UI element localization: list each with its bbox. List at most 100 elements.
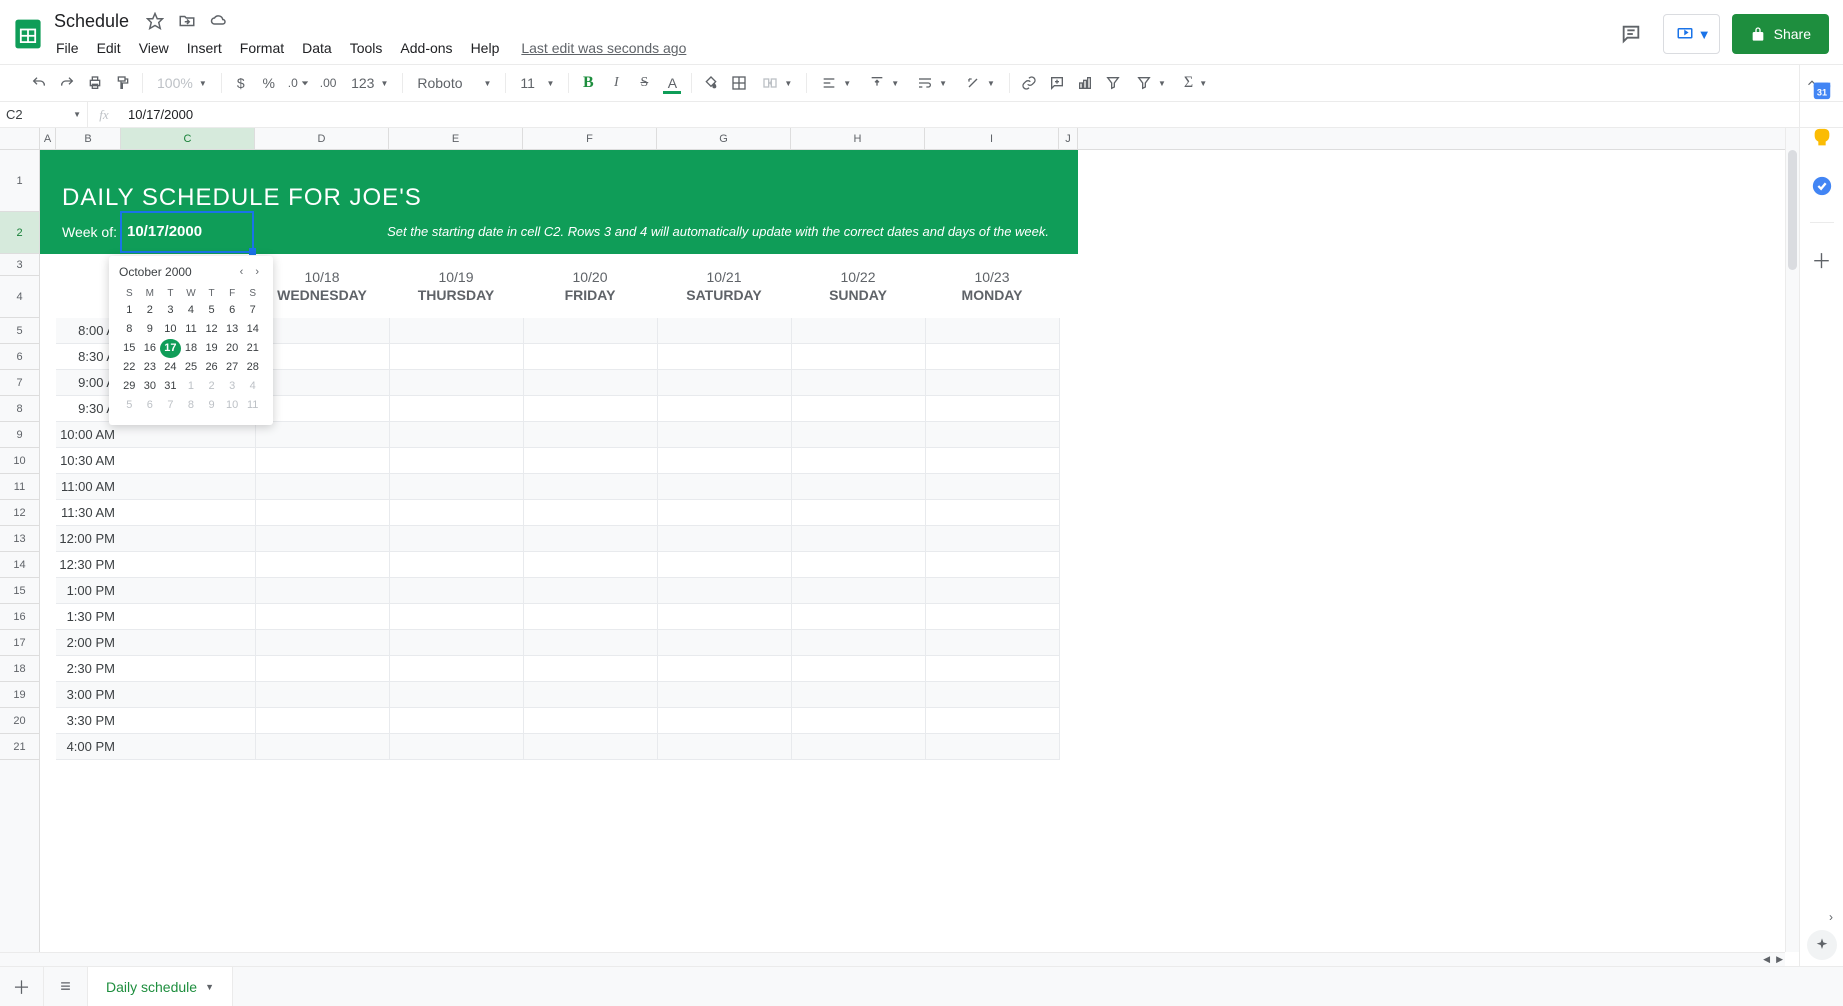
- link-icon[interactable]: [1016, 70, 1042, 96]
- row-header-5[interactable]: 5: [0, 318, 39, 344]
- dp-day[interactable]: 21: [242, 339, 263, 358]
- menu-format[interactable]: Format: [232, 36, 292, 60]
- merge-cells-dropdown[interactable]: ▼: [754, 70, 800, 96]
- dp-day[interactable]: 31: [160, 377, 181, 396]
- day-header[interactable]: 10/22SUNDAY: [791, 254, 925, 318]
- explore-icon[interactable]: [1807, 930, 1837, 960]
- time-slot[interactable]: 2:00 PM: [56, 630, 121, 656]
- time-slot[interactable]: 2:30 PM: [56, 656, 121, 682]
- col-header-I[interactable]: I: [925, 128, 1059, 149]
- name-box[interactable]: C2▼: [0, 102, 88, 127]
- schedule-row[interactable]: [121, 578, 1059, 604]
- document-title[interactable]: Schedule: [48, 11, 135, 32]
- dp-day[interactable]: 23: [140, 358, 161, 377]
- number-format-dropdown[interactable]: 123▼: [343, 70, 396, 96]
- dp-day[interactable]: 10: [160, 320, 181, 339]
- fill-color-icon[interactable]: [698, 70, 724, 96]
- dp-day[interactable]: 30: [140, 377, 161, 396]
- row-header-7[interactable]: 7: [0, 370, 39, 396]
- dp-day[interactable]: 13: [222, 320, 243, 339]
- row-header-1[interactable]: 1: [0, 150, 39, 212]
- schedule-row[interactable]: [121, 448, 1059, 474]
- horizontal-scrollbar[interactable]: ◀▶: [0, 952, 1785, 966]
- decrease-decimal-icon[interactable]: .0: [284, 70, 313, 96]
- schedule-row[interactable]: [121, 552, 1059, 578]
- time-slot[interactable]: 10:30 AM: [56, 448, 121, 474]
- datepicker-prev-icon[interactable]: ‹: [236, 264, 248, 280]
- comment-icon[interactable]: [1044, 70, 1070, 96]
- row-header-12[interactable]: 12: [0, 500, 39, 526]
- tasks-addon-icon[interactable]: [1810, 174, 1834, 198]
- dp-day[interactable]: 1: [181, 377, 202, 396]
- side-panel-collapse-icon[interactable]: ›: [1829, 910, 1833, 924]
- last-edit-link[interactable]: Last edit was seconds ago: [521, 40, 686, 56]
- time-slot[interactable]: 3:30 PM: [56, 708, 121, 734]
- schedule-row[interactable]: [121, 422, 1059, 448]
- dp-day[interactable]: 6: [140, 396, 161, 415]
- chart-icon[interactable]: [1072, 70, 1098, 96]
- dp-day[interactable]: 18: [181, 339, 202, 358]
- vertical-scrollbar[interactable]: [1785, 128, 1799, 952]
- font-size-dropdown[interactable]: 11▼: [512, 70, 562, 96]
- schedule-row[interactable]: [121, 474, 1059, 500]
- dp-day[interactable]: 8: [119, 320, 140, 339]
- menu-file[interactable]: File: [48, 36, 87, 60]
- dp-day[interactable]: 4: [242, 377, 263, 396]
- dp-day[interactable]: 15: [119, 339, 140, 358]
- dp-day[interactable]: 3: [160, 301, 181, 320]
- select-all-corner[interactable]: [0, 128, 40, 149]
- col-header-G[interactable]: G: [657, 128, 791, 149]
- schedule-row[interactable]: [121, 708, 1059, 734]
- row-header-11[interactable]: 11: [0, 474, 39, 500]
- zoom-dropdown[interactable]: 100%▼: [149, 70, 215, 96]
- sheets-logo[interactable]: [8, 14, 48, 54]
- menu-edit[interactable]: Edit: [89, 36, 129, 60]
- sheet-tab-daily-schedule[interactable]: Daily schedule ▼: [88, 967, 233, 1006]
- row-header-13[interactable]: 13: [0, 526, 39, 552]
- dp-day[interactable]: 9: [140, 320, 161, 339]
- borders-icon[interactable]: [726, 70, 752, 96]
- font-dropdown[interactable]: Roboto▼: [409, 70, 499, 96]
- day-header[interactable]: 10/18WEDNESDAY: [255, 254, 389, 318]
- row-header-9[interactable]: 9: [0, 422, 39, 448]
- v-align-dropdown[interactable]: ▼: [861, 70, 907, 96]
- format-percent-icon[interactable]: %: [256, 70, 282, 96]
- dp-day[interactable]: 29: [119, 377, 140, 396]
- h-align-dropdown[interactable]: ▼: [813, 70, 859, 96]
- menu-view[interactable]: View: [131, 36, 177, 60]
- dp-day[interactable]: 26: [201, 358, 222, 377]
- schedule-row[interactable]: [121, 682, 1059, 708]
- formula-input[interactable]: 10/17/2000: [120, 107, 1843, 122]
- dp-day[interactable]: 7: [242, 301, 263, 320]
- row-header-3[interactable]: 3: [0, 254, 39, 276]
- row-header-20[interactable]: 20: [0, 708, 39, 734]
- dp-day[interactable]: 20: [222, 339, 243, 358]
- cloud-status-icon[interactable]: [207, 9, 231, 33]
- menu-addons[interactable]: Add-ons: [392, 36, 460, 60]
- row-header-8[interactable]: 8: [0, 396, 39, 422]
- add-sheet-button[interactable]: ＋: [0, 967, 44, 1006]
- undo-icon[interactable]: [26, 70, 52, 96]
- dp-day[interactable]: 11: [242, 396, 263, 415]
- menu-help[interactable]: Help: [463, 36, 508, 60]
- paint-format-icon[interactable]: [110, 70, 136, 96]
- dp-day[interactable]: 12: [201, 320, 222, 339]
- menu-tools[interactable]: Tools: [342, 36, 391, 60]
- row-header-16[interactable]: 16: [0, 604, 39, 630]
- dp-day[interactable]: 9: [201, 396, 222, 415]
- time-slot[interactable]: 12:00 PM: [56, 526, 121, 552]
- col-header-H[interactable]: H: [791, 128, 925, 149]
- time-slot[interactable]: 4:00 PM: [56, 734, 121, 760]
- menu-data[interactable]: Data: [294, 36, 340, 60]
- keep-addon-icon[interactable]: [1810, 126, 1834, 150]
- row-header-17[interactable]: 17: [0, 630, 39, 656]
- weekof-value[interactable]: 10/17/2000: [127, 223, 202, 240]
- text-color-icon[interactable]: A: [659, 70, 685, 96]
- dp-day[interactable]: 11: [181, 320, 202, 339]
- row-header-21[interactable]: 21: [0, 734, 39, 760]
- row-header-6[interactable]: 6: [0, 344, 39, 370]
- time-slot[interactable]: 11:00 AM: [56, 474, 121, 500]
- functions-dropdown[interactable]: Σ▼: [1176, 70, 1215, 96]
- row-header-2[interactable]: 2: [0, 212, 39, 254]
- dp-day[interactable]: 2: [201, 377, 222, 396]
